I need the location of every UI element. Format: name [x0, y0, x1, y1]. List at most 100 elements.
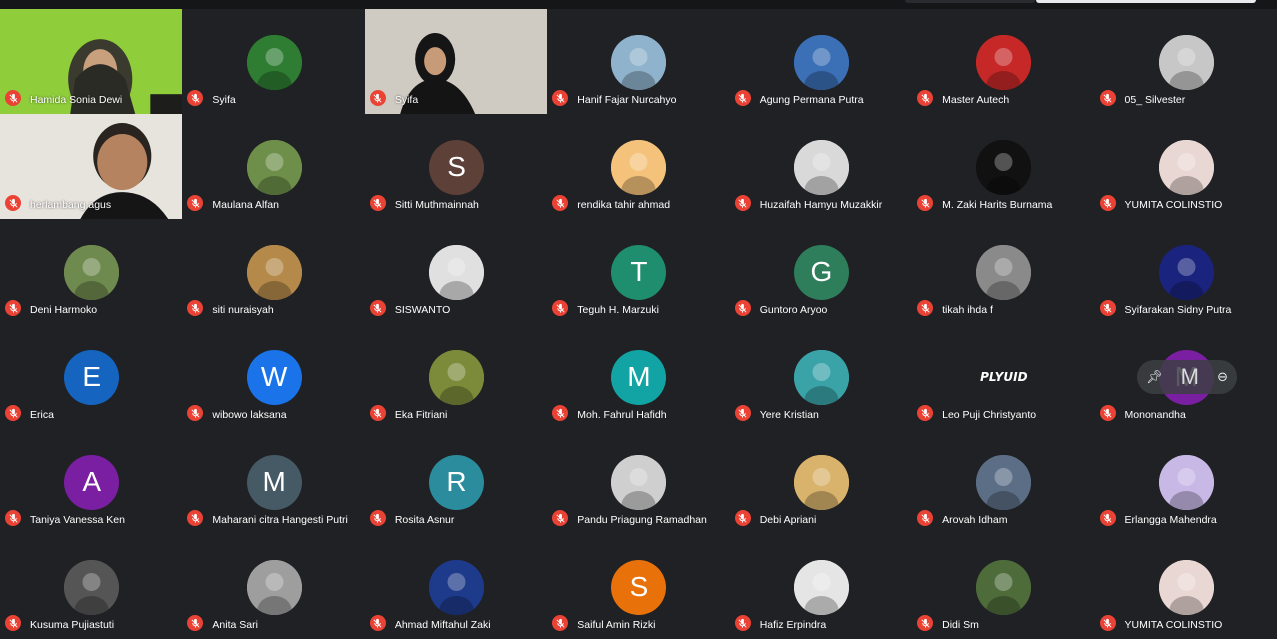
- participant-tile[interactable]: T Teguh H. Marzuki: [547, 219, 729, 324]
- participant-tile[interactable]: Pandu Priagung Ramadhan: [547, 429, 729, 534]
- avatar-letter: S: [447, 151, 466, 182]
- participant-tile[interactable]: Debi Apriani: [730, 429, 912, 534]
- mic-off-icon: [187, 510, 204, 526]
- avatar: [64, 244, 120, 300]
- participant-tile[interactable]: M. Zaki Harits Burnama: [912, 114, 1094, 219]
- mic-off-icon: [552, 90, 569, 106]
- participant-tile[interactable]: Hanif Fajar Nurcahyo: [547, 9, 729, 114]
- avatar: [976, 139, 1032, 195]
- avatar-letter: W: [260, 361, 288, 392]
- participant-tile[interactable]: G Guntoro Aryoo: [730, 219, 912, 324]
- participant-name: M. Zaki Harits Burnama: [942, 199, 1053, 211]
- participant-name: Pandu Priagung Ramadhan: [577, 514, 707, 526]
- mic-off-icon: [917, 90, 934, 106]
- participant-tile[interactable]: Kusuma Pujiastuti: [0, 534, 182, 639]
- participant-tile[interactable]: 05_ Silvester: [1095, 9, 1277, 114]
- participant-name: Syifarakan Sidny Putra: [1124, 304, 1232, 316]
- participant-name: Erica: [30, 409, 54, 421]
- participant-tile[interactable]: Syifa: [364, 9, 548, 114]
- mic-off-icon: [1099, 195, 1116, 211]
- tile-hover-controls: 📌︎ M ⊖: [1137, 360, 1237, 394]
- avatar-letter: G: [810, 256, 833, 287]
- mic-off-icon: [552, 405, 569, 421]
- avatar: A: [64, 454, 120, 510]
- participant-tile[interactable]: Agung Permana Putra: [730, 9, 912, 114]
- participant-name: Syifa: [394, 94, 419, 106]
- participant-tile[interactable]: Maulana Alfan: [182, 114, 364, 219]
- avatar: [793, 139, 849, 195]
- avatar: E: [64, 349, 120, 405]
- participant-tile[interactable]: herlambang agus: [0, 114, 183, 219]
- participant-name: Agung Permana Putra: [759, 94, 864, 106]
- avatar: [793, 559, 849, 615]
- participant-name: Erlangga Mahendra: [1124, 514, 1217, 526]
- avatar-letter: T: [630, 256, 648, 287]
- mic-off-icon: [552, 195, 569, 211]
- avatar: S: [611, 559, 667, 615]
- participant-tile[interactable]: M Maharani citra Hangesti Putri: [182, 429, 364, 534]
- mic-off-icon: [369, 300, 386, 316]
- participant-tile[interactable]: Syifarakan Sidny Putra: [1095, 219, 1277, 324]
- participant-name: YUMITA COLINSTIO: [1124, 199, 1223, 211]
- participant-tile[interactable]: Huzaifah Hamyu Muzakkir: [730, 114, 912, 219]
- avatar: [793, 454, 849, 510]
- participant-tile[interactable]: E Erica: [0, 324, 182, 429]
- avatar: [1158, 454, 1214, 510]
- remove-icon[interactable]: ⊖: [1217, 369, 1228, 385]
- participant-tile[interactable]: Eka Fitriani: [365, 324, 547, 429]
- avatar: [64, 559, 120, 615]
- avatar-logo: PLYUID: [980, 370, 1028, 384]
- participant-tile[interactable]: tikah ihda f: [912, 219, 1094, 324]
- participant-tile[interactable]: Hamida Sonia Dewi: [0, 9, 183, 114]
- participant-name: Syifa: [212, 94, 236, 106]
- avatar-letter: S: [629, 571, 649, 602]
- pin-icon[interactable]: 📌︎: [1146, 369, 1163, 385]
- participant-tile[interactable]: Ahmad Miftahul Zaki: [365, 534, 547, 639]
- participant-name: YUMITA COLINSTIO: [1124, 619, 1223, 631]
- avatar-letter: A: [82, 466, 102, 497]
- avatar: [429, 349, 485, 405]
- mic-off-icon: [369, 90, 386, 106]
- participant-tile[interactable]: YUMITA COLINSTIO: [1095, 114, 1277, 219]
- participant-tile[interactable]: R Rosita Asnur: [365, 429, 547, 534]
- mic-off-icon: [5, 90, 21, 106]
- avatar: [1158, 34, 1214, 90]
- participant-tile[interactable]: Yere Kristian: [730, 324, 912, 429]
- mic-off-icon: [917, 510, 934, 526]
- participant-tile[interactable]: rendika tahir ahmad: [547, 114, 729, 219]
- participant-tile[interactable]: SISWANTO: [365, 219, 547, 324]
- participant-name: Master Autech: [942, 94, 1010, 106]
- participant-name: 05_ Silvester: [1124, 94, 1186, 106]
- participant-tile[interactable]: Hafiz Erpindra: [730, 534, 912, 639]
- avatar: [793, 349, 849, 405]
- participant-tile[interactable]: A Taniya Vanessa Ken: [0, 429, 182, 534]
- participant-tile[interactable]: PLYUID Leo Puji Christyanto: [912, 324, 1094, 429]
- mic-off-icon: [1099, 300, 1116, 316]
- participant-tile[interactable]: Syifa: [182, 9, 364, 114]
- avatar: [793, 34, 849, 90]
- avatar: [1158, 139, 1214, 195]
- participant-tile[interactable]: Anita Sari: [182, 534, 364, 639]
- participant-name: Moh. Fahrul Hafidh: [577, 409, 667, 421]
- avatar: W: [246, 349, 302, 405]
- avatar: [976, 34, 1032, 90]
- avatar: [246, 559, 302, 615]
- participant-tile[interactable]: Didi Sm: [912, 534, 1094, 639]
- participant-tile[interactable]: S Saiful Amin Rizki: [547, 534, 729, 639]
- participant-tile[interactable]: S Sitti Muthmainnah: [365, 114, 547, 219]
- participant-name: Taniya Vanessa Ken: [30, 514, 125, 526]
- mic-off-icon: [734, 405, 751, 421]
- participant-name: Didi Sm: [942, 619, 979, 631]
- participant-tile[interactable]: Wwibowo laksana: [182, 324, 364, 429]
- participant-tile[interactable]: Arovah Idham: [912, 429, 1094, 534]
- participant-tile[interactable]: Erlangga Mahendra: [1095, 429, 1277, 534]
- participant-name: Deni Harmoko: [30, 304, 98, 316]
- participant-name: rendika tahir ahmad: [577, 199, 671, 211]
- participant-name: Rosita Asnur: [394, 514, 455, 526]
- participant-name: siti nuraisyah: [212, 304, 274, 316]
- participant-tile[interactable]: Master Autech: [912, 9, 1094, 114]
- participant-tile[interactable]: Deni Harmoko: [0, 219, 182, 324]
- participant-tile[interactable]: YUMITA COLINSTIO: [1095, 534, 1277, 639]
- participant-tile[interactable]: M Moh. Fahrul Hafidh: [547, 324, 729, 429]
- participant-tile[interactable]: siti nuraisyah: [182, 219, 364, 324]
